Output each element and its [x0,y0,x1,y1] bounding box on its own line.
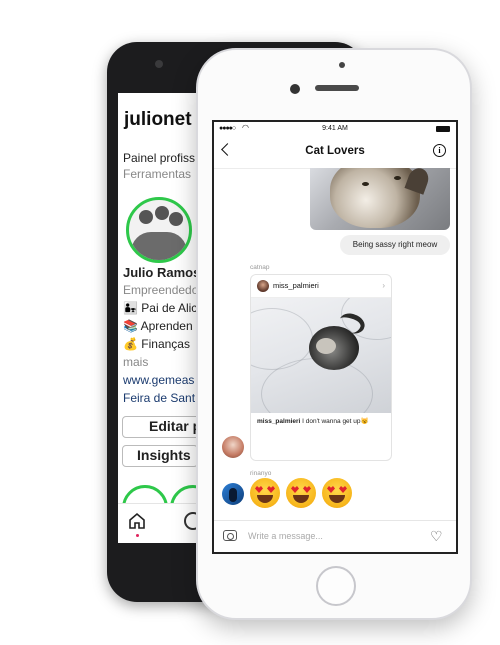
shared-post-username: miss_palmieri [273,281,319,290]
heart-eyes-cat-icon [286,478,316,508]
bio-more-link[interactable]: mais [123,355,148,369]
caption-text: I don't wanna get up😼 [302,418,369,425]
bio-line: 📚 Aprenden [123,319,193,333]
message-input[interactable] [248,528,418,544]
battery-icon [436,126,450,132]
avatar[interactable] [222,436,244,458]
heart-eyes-cat-icon [322,478,352,508]
sent-message-bubble[interactable]: Being sassy right meow [340,235,450,255]
bottom-nav [118,503,208,543]
shared-post-photo[interactable] [251,298,391,413]
chat-title[interactable]: Cat Lovers [214,145,456,157]
sender-name: catnap [250,264,270,271]
profile-username: julionet [124,109,192,130]
professional-panel-label[interactable]: Painel profiss [123,151,195,165]
caption-username: miss_palmieri [257,418,301,425]
profile-avatar[interactable] [126,197,192,263]
bio-line: 👨‍👧 Pai de Alic [123,301,198,315]
avatar [257,280,269,292]
notification-dot [136,534,139,537]
heart-icon[interactable]: ♡ [430,529,443,543]
status-time: 9:41 AM [322,125,348,132]
sent-photo[interactable] [310,168,450,230]
profile-website-link[interactable]: www.gemeas [123,373,194,387]
shared-post-caption: miss_palmieri I don't wanna get up😼 [257,418,387,427]
emoji-message[interactable] [250,478,358,514]
direct-message-screen: ●●●●○ ◠ 9:41 AM Cat Lovers i Being sassy… [212,120,458,554]
profile-category: Empreendedo [123,283,199,297]
home-icon[interactable] [128,512,146,530]
profile-screen: julionet Painel profiss Ferramentas Juli… [118,93,208,543]
heart-eyes-cat-icon [250,478,280,508]
avatar[interactable] [222,483,244,505]
front-camera-icon [155,60,163,68]
proximity-sensor-icon [339,62,345,68]
status-bar: ●●●●○ ◠ 9:41 AM [214,122,456,136]
profile-name: Julio Ramos [123,265,201,280]
front-camera-icon [290,84,300,94]
earpiece-speaker [315,85,359,91]
info-icon[interactable]: i [433,144,446,157]
shared-post-header[interactable]: miss_palmieri › [251,275,391,298]
insights-button[interactable]: Insights [122,445,198,467]
sender-name: rinanyo [250,470,272,477]
tools-label: Ferramentas [123,167,192,181]
home-button[interactable] [316,566,356,606]
shared-post-card[interactable]: miss_palmieri › miss_palmieri I don't wa… [250,274,392,461]
bio-line: 💰 Finanças [123,337,190,351]
chat-header: Cat Lovers i [214,136,456,169]
message-composer: ♡ [214,520,456,552]
profile-location-link[interactable]: Feira de Sant [123,391,195,405]
camera-icon[interactable] [223,530,237,541]
chevron-right-icon: › [382,281,385,290]
